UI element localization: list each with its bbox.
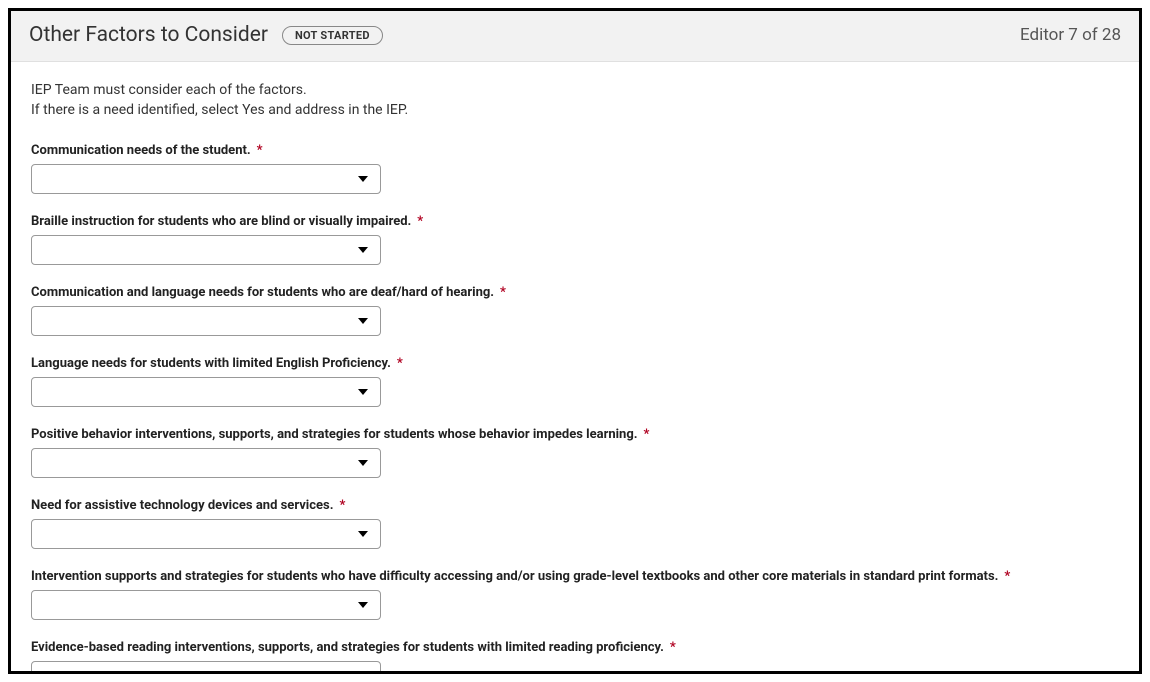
required-asterisk: * [644,427,650,442]
field-label: Language needs for students with limited… [31,356,391,371]
field-communication-needs: Communication needs of the student. * [31,139,1119,194]
select-intervention-supports[interactable] [31,590,381,620]
form-panel: Other Factors to Consider NOT STARTED Ed… [8,8,1142,674]
select-braille-instruction[interactable] [31,235,381,265]
field-deaf-hearing: Communication and language needs for stu… [31,281,1119,336]
chevron-down-icon [358,460,368,466]
field-label: Evidence-based reading interventions, su… [31,640,664,655]
field-assistive-technology: Need for assistive technology devices an… [31,494,1119,549]
field-reading-interventions: Evidence-based reading interventions, su… [31,636,1119,674]
field-label: Positive behavior interventions, support… [31,427,638,442]
instructions-line-1: IEP Team must consider each of the facto… [31,80,1119,100]
field-braille-instruction: Braille instruction for students who are… [31,210,1119,265]
instructions: IEP Team must consider each of the facto… [31,80,1119,121]
select-deaf-hearing[interactable] [31,306,381,336]
select-communication-needs[interactable] [31,164,381,194]
field-label: Communication needs of the student. [31,143,251,158]
field-label: Braille instruction for students who are… [31,214,411,229]
chevron-down-icon [358,176,368,182]
required-asterisk: * [670,640,676,655]
chevron-down-icon [358,673,368,674]
field-intervention-supports: Intervention supports and strategies for… [31,565,1119,620]
instructions-line-2: If there is a need identified, select Ye… [31,100,1119,120]
select-positive-behavior[interactable] [31,448,381,478]
select-limited-english[interactable] [31,377,381,407]
chevron-down-icon [358,247,368,253]
required-asterisk: * [397,356,403,371]
chevron-down-icon [358,531,368,537]
page-title: Other Factors to Consider [29,23,268,47]
header-left: Other Factors to Consider NOT STARTED [29,23,383,47]
required-asterisk: * [339,498,345,513]
required-asterisk: * [1004,569,1010,584]
required-asterisk: * [500,285,506,300]
field-label: Intervention supports and strategies for… [31,569,998,584]
header-bar: Other Factors to Consider NOT STARTED Ed… [11,11,1139,62]
field-limited-english: Language needs for students with limited… [31,352,1119,407]
required-asterisk: * [417,214,423,229]
required-asterisk: * [257,143,263,158]
content-area: IEP Team must consider each of the facto… [11,62,1139,674]
field-label: Need for assistive technology devices an… [31,498,333,513]
chevron-down-icon [358,602,368,608]
select-assistive-technology[interactable] [31,519,381,549]
editor-count: Editor 7 of 28 [1020,25,1121,45]
chevron-down-icon [358,318,368,324]
select-reading-interventions[interactable] [31,661,381,674]
chevron-down-icon [358,389,368,395]
status-badge: NOT STARTED [282,26,383,45]
field-label: Communication and language needs for stu… [31,285,494,300]
field-positive-behavior: Positive behavior interventions, support… [31,423,1119,478]
